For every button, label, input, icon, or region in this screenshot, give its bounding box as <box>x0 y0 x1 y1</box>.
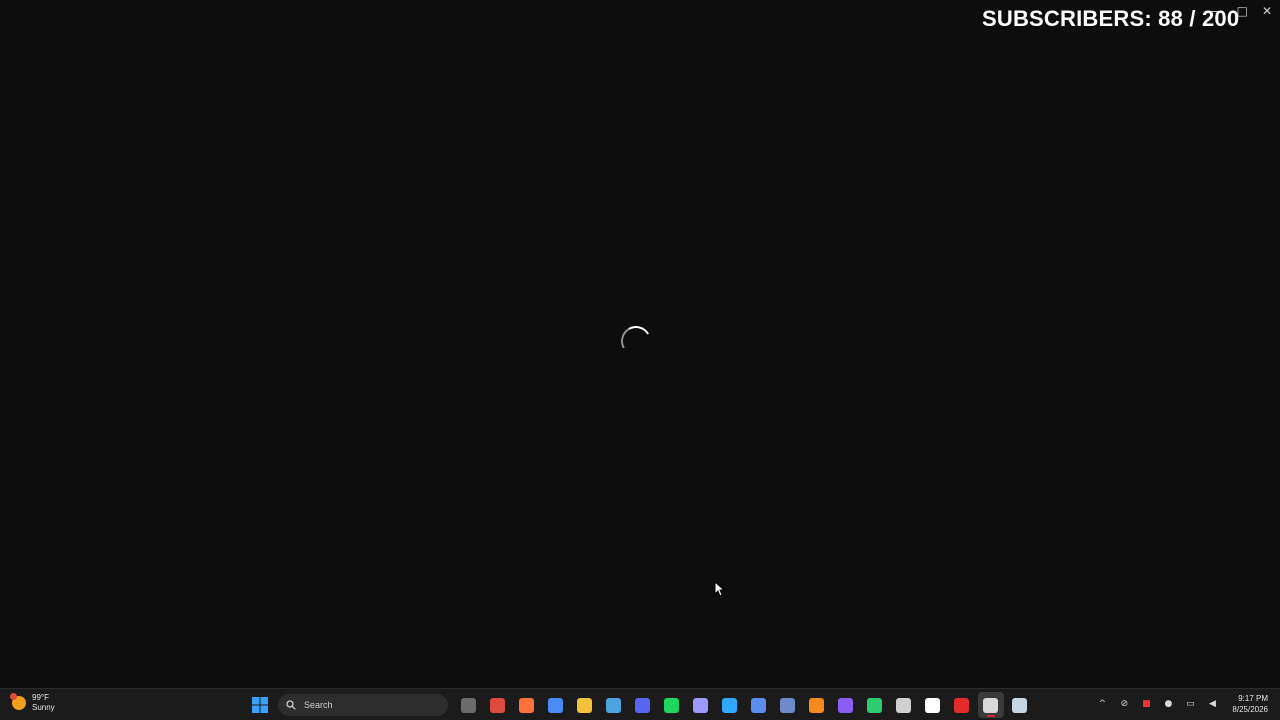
clock-time: 9:17 PM <box>1238 694 1268 703</box>
weather-temperature: 99°F <box>32 693 49 702</box>
app-red-icon <box>954 697 969 713</box>
app-s-icon <box>751 697 766 713</box>
photoshop-icon <box>722 697 737 713</box>
steam-blue-icon <box>606 697 621 713</box>
weather-condition: Sunny <box>32 703 55 712</box>
taskbar-app-steam-blue[interactable] <box>601 692 627 718</box>
steam-icon <box>1012 697 1027 713</box>
app-bolt-icon <box>925 697 940 713</box>
taskbar-app-app-active[interactable] <box>977 692 1004 718</box>
app-active-icon <box>983 697 998 713</box>
microphone-icon[interactable]: ● <box>1162 699 1174 709</box>
network-muted-icon[interactable]: ⊘ <box>1118 699 1130 709</box>
task-view-icon <box>461 697 476 713</box>
premiere-icon <box>693 697 708 713</box>
taskbar-app-chrome[interactable] <box>485 692 511 718</box>
taskbar-app-fl-studio[interactable] <box>804 692 830 718</box>
taskbar-app-app-bolt[interactable] <box>920 692 946 718</box>
tray-chevron-icon[interactable]: ^ <box>1096 699 1108 709</box>
app-ring-icon <box>838 697 853 713</box>
taskbar-app-spotify[interactable] <box>659 692 685 718</box>
taskbar: 99°F Sunny Search ^ ⊘ ■ ● ▭ ◀ 9:17 PM 8/… <box>0 688 1280 720</box>
sun-icon <box>10 693 26 710</box>
taskbar-app-premiere[interactable] <box>688 692 714 718</box>
taskbar-app-app-green[interactable] <box>862 692 888 718</box>
taskbar-app-photoshop[interactable] <box>717 692 743 718</box>
notification-badge <box>10 693 17 700</box>
taskbar-app-discord[interactable] <box>630 692 656 718</box>
taskbar-app-obs[interactable] <box>891 692 917 718</box>
taskbar-app-firefox[interactable] <box>514 692 540 718</box>
file-explorer-icon <box>577 697 592 713</box>
taskbar-center: Search <box>245 691 1034 719</box>
clock-date: 8/25/2026 <box>1232 705 1268 714</box>
close-icon[interactable]: ✕ <box>1262 4 1272 18</box>
taskbar-app-task-view[interactable] <box>456 692 482 718</box>
desktop-surface <box>0 0 1280 720</box>
browser-icon <box>548 697 563 713</box>
app-sphere-icon <box>780 697 795 713</box>
system-tray: ^ ⊘ ■ ● ▭ ◀ 9:17 PM 8/25/2026 <box>1096 693 1268 715</box>
start-button[interactable] <box>247 692 273 718</box>
fl-studio-icon <box>809 697 824 713</box>
taskbar-app-app-ring[interactable] <box>833 692 859 718</box>
subscriber-counter-overlay: SUBSCRIBERS: 88 / 200 <box>982 6 1240 31</box>
windows-logo-icon <box>251 697 268 713</box>
search-label: Search <box>304 700 333 710</box>
taskbar-app-file-explorer[interactable] <box>572 692 598 718</box>
mouse-cursor-icon <box>714 581 724 597</box>
volume-icon[interactable]: ◀ <box>1206 699 1218 709</box>
clock[interactable]: 9:17 PM 8/25/2026 <box>1232 693 1268 715</box>
taskbar-app-app-red[interactable] <box>949 692 975 718</box>
obs-icon <box>896 697 911 713</box>
taskbar-app-browser[interactable] <box>543 692 569 718</box>
chrome-icon <box>490 697 505 713</box>
app-tray-icon[interactable]: ■ <box>1140 699 1152 709</box>
discord-icon <box>635 697 650 713</box>
firefox-icon <box>519 697 534 713</box>
weather-widget[interactable]: 99°F Sunny <box>10 693 55 713</box>
taskbar-app-app-sphere[interactable] <box>775 692 801 718</box>
taskbar-app-app-s[interactable] <box>746 692 772 718</box>
app-green-icon <box>867 697 882 713</box>
taskbar-search[interactable]: Search <box>278 694 448 716</box>
display-icon[interactable]: ▭ <box>1184 699 1196 709</box>
spotify-icon <box>664 697 679 713</box>
taskbar-app-steam[interactable] <box>1007 692 1033 718</box>
search-icon <box>286 700 296 710</box>
